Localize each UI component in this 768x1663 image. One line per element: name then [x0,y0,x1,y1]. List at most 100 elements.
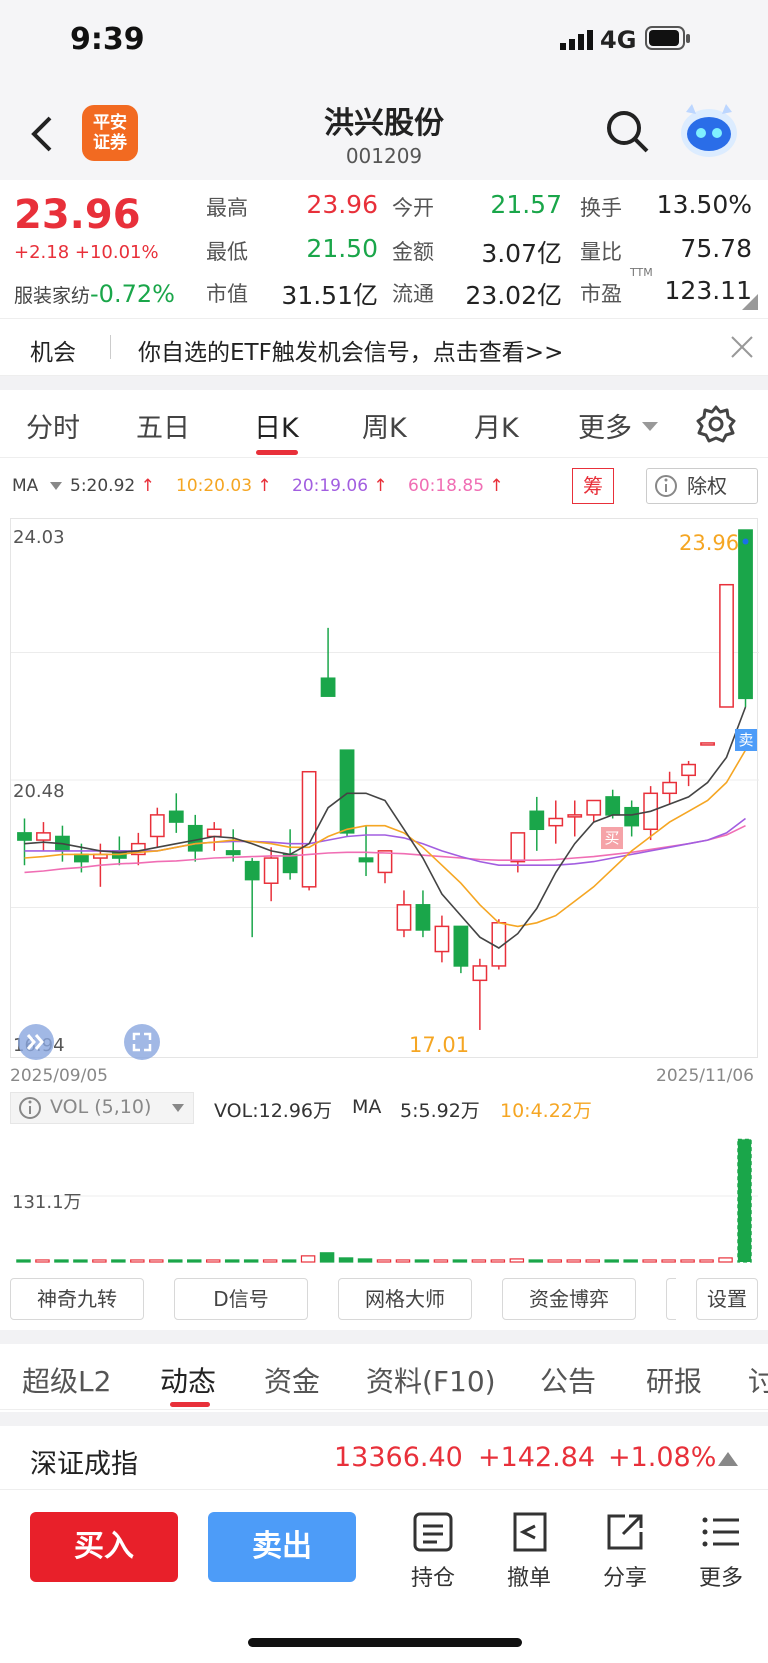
tab-f10[interactable]: 资料(F10) [366,1360,496,1400]
expand-corner-icon[interactable] [742,294,758,310]
volume-bar [281,1259,297,1263]
ma5-value: 5:20.92 ↑ [70,476,155,496]
tab-research[interactable]: 研报 [646,1360,702,1400]
candle-body [738,529,753,700]
holdings-button[interactable]: 持仓 [398,1510,468,1592]
fast-forward-icon[interactable] [17,1023,55,1061]
tab-monthly-k[interactable]: 月K [474,406,519,445]
tab-weekly-k[interactable]: 周K [362,406,407,445]
stock-code: 001209 [345,144,423,168]
close-icon[interactable] [730,335,754,359]
chevron-down-icon [172,1104,184,1112]
cancel-order-button[interactable]: 撤单 [494,1510,564,1592]
candle-body [358,857,374,863]
candle-body [510,832,526,863]
field-value: 21.50 [306,234,378,263]
current-dot [742,538,749,545]
kline-chart[interactable]: 24.03 20.48 16.94 23.96 17.01 买 卖 [10,518,759,1061]
tool-partial[interactable] [666,1278,676,1320]
tab-announcements[interactable]: 公告 [540,1360,596,1400]
candle-body [396,904,412,931]
info-icon [655,475,677,497]
field-label: 市值 [206,282,248,306]
field-value: 13.50% [656,190,752,219]
volume-bar [149,1259,164,1263]
ma-label[interactable]: MA [12,476,38,496]
volume-bar [35,1259,50,1263]
tab-news[interactable]: 动态 [160,1360,216,1400]
volume-bar [338,1257,354,1263]
notice-text[interactable]: 你自选的ETF触发机会信号，点击查看>> [138,333,563,367]
volume-bar [224,1259,240,1263]
min-price-label: 17.01 [409,1033,470,1057]
volume-chart[interactable]: 131.1万 [10,1124,758,1270]
active-tab-indicator [170,1402,210,1407]
tab-more[interactable]: 更多 [578,406,632,445]
field-value: 23.02亿 [465,281,562,310]
volume-bar [376,1259,392,1263]
field-label: 今开 [392,196,434,220]
opportunity-notice[interactable]: 机会 你自选的ETF触发机会信号，点击查看>> [0,318,768,376]
candle-body [301,770,317,888]
cancel-order-label: 撤单 [506,1566,551,1591]
volume-bar [490,1259,506,1263]
indicator-tools: 神奇九转 D信号 网格大师 资金博弈 设置 [0,1278,768,1324]
robot-assistant-icon[interactable] [678,100,740,160]
share-button[interactable]: 分享 [590,1510,660,1592]
candle-body [453,925,469,967]
tool-d-signal[interactable]: D信号 [174,1278,308,1320]
sector-change[interactable]: 服装家纺-0.72% [14,280,175,308]
volume-ma10: 10:4.22万 [500,1100,592,1122]
tool-settings[interactable]: 设置 [696,1278,758,1320]
ma60-value: 60:18.85 ↑ [408,476,504,496]
tab-5day[interactable]: 五日 [136,406,190,445]
field-label: 换手 [580,196,622,220]
more-label: 更多 [698,1566,743,1591]
sector-pct: -0.72% [90,280,175,308]
gear-icon[interactable] [696,404,736,444]
share-label: 分享 [602,1566,647,1591]
chip-distribution-button[interactable]: 筹 [572,468,614,504]
price-change: +2.18 +10.01% [14,242,159,263]
volume-bar [319,1252,335,1263]
index-ticker[interactable]: 深证成指 13366.40 +142.84 +1.08% [0,1426,768,1490]
field-label: 最低 [206,240,248,264]
tab-discuss[interactable]: 讨 [748,1360,768,1400]
volume-legend: VOL (5,10) VOL:12.96万 MA 5:5.92万 10:4.22… [10,1092,758,1124]
tab-funds[interactable]: 资金 [264,1360,320,1400]
tab-daily-k[interactable]: 日K [254,406,299,445]
fullscreen-icon[interactable] [123,1023,161,1061]
more-button[interactable]: 更多 [686,1510,756,1592]
index-name: 深证成指 [30,1449,138,1480]
volume-bar [471,1259,487,1263]
volume-bar [92,1259,107,1263]
volume-bar [604,1259,619,1263]
stock-header: 平安 证券 洪兴股份 001209 [0,88,768,180]
chevron-up-icon[interactable] [718,1452,738,1466]
candle-body [529,810,545,831]
tool-magic-nine[interactable]: 神奇九转 [10,1278,144,1320]
candle-body [263,857,279,884]
notice-tag: 机会 [30,340,76,366]
home-indicator [248,1638,522,1647]
dropdown-icon[interactable] [50,482,62,490]
quote-panel: 23.96 +2.18 +10.01% 服装家纺-0.72% 最高 23.96 … [0,180,768,316]
tab-intraday[interactable]: 分时 [26,406,80,445]
buy-marker[interactable]: 买 [601,827,623,849]
network-label: 4G [600,26,637,54]
tab-l2[interactable]: 超级L2 [22,1360,111,1400]
field-value: 3.07亿 [481,239,562,268]
battery-icon [645,26,690,50]
sell-button[interactable]: 卖出 [208,1512,356,1582]
tool-fund-game[interactable]: 资金博弈 [502,1278,636,1320]
buy-button[interactable]: 买入 [30,1512,178,1582]
volume-bar [130,1259,145,1263]
candle-body [586,799,602,816]
sell-marker[interactable]: 卖 [735,729,757,751]
ma-legend: MA 5:20.92 ↑ 10:20.03 ↑ 20:19.06 ↑ 60:18… [0,466,768,508]
candle-body [282,853,298,874]
field-label: 量比 [580,240,622,264]
search-icon[interactable] [604,108,652,156]
tool-grid-master[interactable]: 网格大师 [338,1278,472,1320]
status-time: 9:39 [70,22,145,57]
